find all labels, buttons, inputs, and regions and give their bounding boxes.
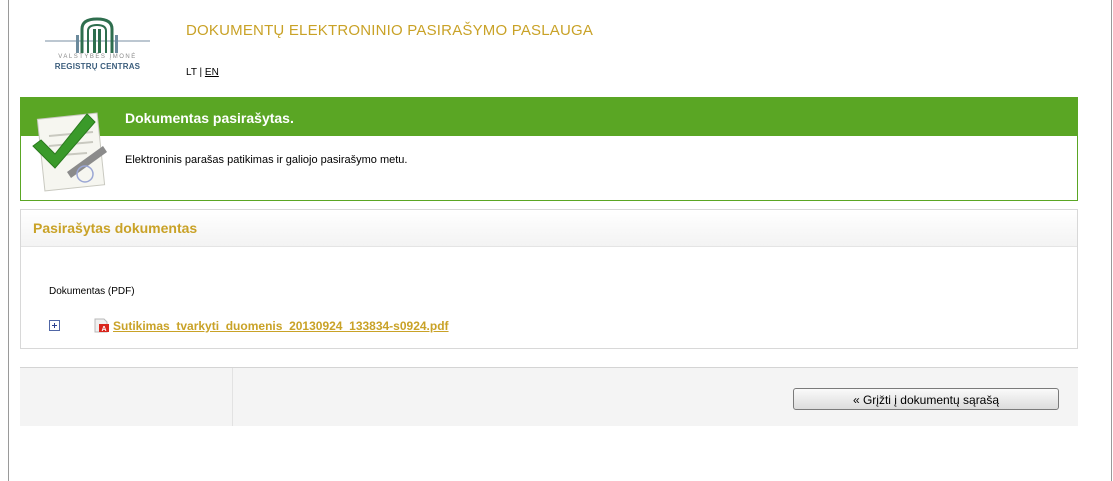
section-title: Pasirašytas dokumentas (33, 220, 198, 236)
expand-plus-icon[interactable] (49, 320, 60, 331)
lang-lt-current: LT (186, 67, 197, 78)
site-title: DOKUMENTŲ ELEKTRONINIO PASIRAŠYMO PASLAU… (186, 22, 594, 39)
signed-document-check-icon (27, 102, 119, 194)
pdf-document-link[interactable]: Sutikimas_tvarkyti_duomenis_20130924_133… (113, 319, 449, 333)
success-title: Dokumentas pasirašytas. (125, 110, 294, 126)
pdf-file-icon: A (94, 318, 110, 333)
logo-name: REGISTRŲ CENTRAS (54, 62, 141, 71)
lang-separator: | (199, 67, 203, 78)
signed-document-header: Pasirašytas dokumentas (21, 210, 1077, 247)
logo-subtitle: VALSTYBĖS ĮMONĖ (58, 54, 137, 60)
action-bar-left-cell (20, 368, 233, 426)
back-to-list-button[interactable]: « Grįžti į dokumentų sąrašą (793, 388, 1059, 410)
signed-document-panel: Pasirašytas dokumentas Dokumentas (PDF) … (20, 209, 1078, 349)
action-bar: « Grįžti į dokumentų sąrašą (20, 367, 1078, 426)
registru-centras-logo: VALSTYBĖS ĮMONĖ REGISTRŲ CENTRAS (45, 15, 150, 77)
language-switcher: LT | EN (186, 67, 219, 78)
svg-text:A: A (101, 326, 106, 333)
lang-en-link[interactable]: EN (205, 67, 219, 78)
success-message: Elektroninis parašas patikimas ir galioj… (125, 154, 408, 166)
document-type-label: Dokumentas (PDF) (49, 286, 135, 297)
success-panel: Dokumentas pasirašytas. Elektroninis par… (20, 97, 1078, 201)
